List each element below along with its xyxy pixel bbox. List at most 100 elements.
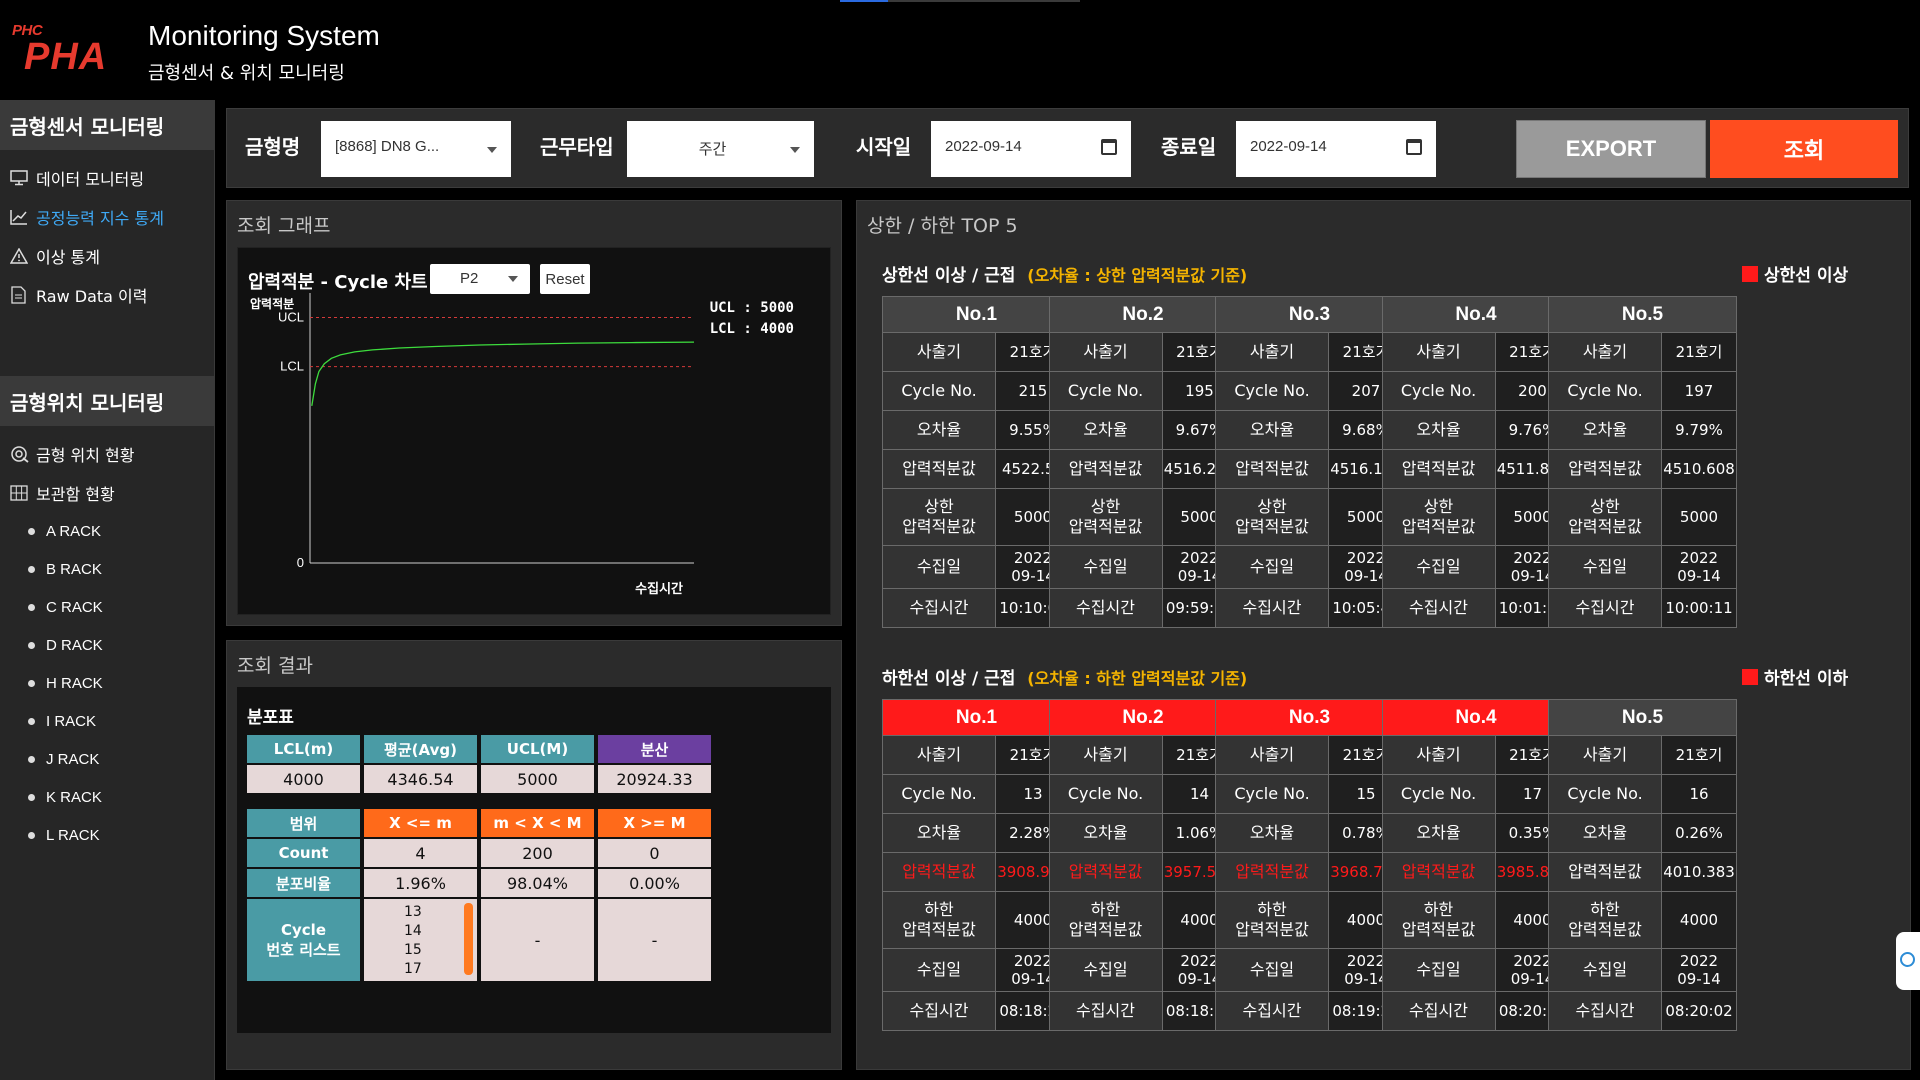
sidebar-item-rack[interactable]: J RACK — [0, 740, 214, 778]
sidebar-item-raw-data[interactable]: Raw Data 이력 — [0, 275, 214, 314]
stats-value-cell: 4000 — [247, 765, 360, 793]
remote-support-tab[interactable] — [1896, 932, 1920, 990]
sidebar-item-data-monitoring[interactable]: 데이터 모니터링 — [0, 158, 214, 197]
start-date-label: 시작일 — [856, 135, 912, 159]
card-value: 2022 09-14 — [1662, 949, 1736, 991]
card-value: 2022 09-14 — [1662, 546, 1736, 588]
card-row-cycle: Cycle No. 14 — [1049, 775, 1237, 814]
card-row-cycle: Cycle No. 197 — [1549, 372, 1736, 411]
top5-card: No.4 사출기 21호기 Cycle No. 200 오차율 9.76% 압력적분값 4511… — [1381, 296, 1571, 628]
card-row-time: 수집시간 08:18:23 — [883, 992, 1070, 1030]
card-rank-header: No.5 — [1549, 700, 1736, 736]
limit-key-line: 압력적분값 — [1401, 517, 1476, 536]
sidebar-item-label: H RACK — [46, 674, 103, 692]
upper-note: (오차율 : 상한 압력적분값 기준) — [1027, 266, 1248, 285]
card-row-err: 오차율 9.76% — [1382, 411, 1570, 450]
shift-label: 근무타입 — [540, 135, 614, 159]
top5-card: No.3 사출기 21호기 Cycle No. 207 오차율 9.68% 압력적분값 4516… — [1215, 296, 1404, 628]
sidebar-item-rack[interactable]: D RACK — [0, 626, 214, 664]
sensor-select[interactable]: P2 — [430, 264, 530, 294]
range-column-header: X <= m — [364, 809, 477, 837]
sidebar-item-anomaly-stats[interactable]: 이상 통계 — [0, 236, 214, 275]
stats-header-cell: UCL(M) — [481, 735, 594, 763]
card-key: 오차율 — [1382, 814, 1496, 852]
sidebar-item-rack[interactable]: K RACK — [0, 778, 214, 816]
card-key: 하한 압력적분값 — [883, 892, 996, 948]
card-row-err: 오차율 9.79% — [1549, 411, 1736, 450]
range-column-header: m < X < M — [481, 809, 594, 837]
card-row-date: 수집일 2022 09-14 — [883, 546, 1070, 589]
card-row-machine: 사출기 21호기 — [883, 736, 1070, 775]
sidebar-item-rack[interactable]: C RACK — [0, 588, 214, 626]
count-value-cell: 0 — [598, 839, 711, 867]
card-row-cycle: Cycle No. 215 — [883, 372, 1070, 411]
sidebar-item-mold-location[interactable]: 금형 위치 현황 — [0, 434, 214, 473]
card-row-machine: 사출기 21호기 — [1549, 736, 1736, 775]
card-key: 수집일 — [1049, 546, 1163, 588]
sidebar-item-rack[interactable]: A RACK — [0, 512, 214, 550]
card-row-limit: 하한 압력적분값 4000 — [1549, 892, 1736, 949]
mold-select[interactable]: [8868] DN8 G... — [321, 121, 511, 177]
end-date-input[interactable]: 2022-09-14 — [1236, 121, 1436, 177]
sidebar-item-process-capability[interactable]: 공정능력 지수 통계 — [0, 197, 214, 236]
card-row-machine: 사출기 21호기 — [883, 333, 1070, 372]
card-row-cycle: Cycle No. 200 — [1382, 372, 1570, 411]
search-button[interactable]: 조회 — [1710, 120, 1898, 178]
card-row-value: 압력적분값 4522.53 — [883, 450, 1070, 489]
card-key: Cycle No. — [883, 775, 996, 813]
sidebar-item-label: A RACK — [46, 522, 102, 540]
card-key: 압력적분값 — [1216, 853, 1329, 891]
grid-icon — [10, 484, 36, 501]
card-row-value: 압력적분값 4516.265 — [1049, 450, 1237, 489]
sidebar-item-rack[interactable]: B RACK — [0, 550, 214, 588]
card-key: 수집일 — [1549, 949, 1662, 991]
calendar-icon[interactable] — [1406, 139, 1422, 155]
ratio-label-cell: 분포비율 — [247, 869, 360, 897]
sidebar-item-rack[interactable]: L RACK — [0, 816, 214, 854]
sidebar-item-rack[interactable]: I RACK — [0, 702, 214, 740]
y-axis-label: 압력적분 — [250, 296, 294, 311]
limit-key-line: 압력적분값 — [1568, 517, 1642, 536]
limit-key-line: 하한 — [1590, 900, 1620, 919]
sidebar-item-storage-status[interactable]: 보관함 현황 — [0, 473, 214, 512]
ratio-value-cell: 1.96% — [364, 869, 477, 897]
card-key: 수집일 — [883, 949, 996, 991]
card-key: Cycle No. — [1216, 775, 1329, 813]
calendar-icon[interactable] — [1101, 139, 1117, 155]
date-monthday: 09-14 — [1677, 567, 1721, 585]
shift-select-value: 주간 — [698, 141, 727, 158]
sidebar-item-label: 금형 위치 현황 — [36, 445, 135, 465]
card-key: 오차율 — [1049, 411, 1163, 449]
date-year: 2022 — [1180, 952, 1219, 970]
cycle-list-label-cell: Cycle 번호 리스트 — [247, 899, 360, 981]
card-key: 수집시간 — [1216, 589, 1329, 627]
card-row-limit: 하한 압력적분값 4000 — [883, 892, 1070, 949]
card-key: 사출기 — [1216, 333, 1329, 371]
top5-card: No.1 사출기 21호기 Cycle No. 215 오차율 9.55% 압력적분값 4522… — [882, 296, 1071, 628]
shift-select[interactable]: 주간 — [627, 121, 814, 177]
legend-swatch — [1742, 265, 1758, 282]
card-value: 21호기 — [1662, 333, 1736, 371]
card-row-time: 수집시간 08:20:35 — [1382, 992, 1570, 1030]
chart-reset-button[interactable]: Reset — [540, 264, 590, 294]
list-scrollbar[interactable] — [464, 903, 473, 975]
sidebar-item-label: 이상 통계 — [36, 247, 100, 267]
chevron-down-icon — [508, 276, 518, 282]
stats-header-cell: 평균(Avg) — [364, 735, 477, 763]
cycle-number-list[interactable]: 13 14 15 17 — [364, 899, 477, 981]
card-row-value: 압력적분값 4010.383 — [1549, 853, 1736, 892]
card-key: 수집시간 — [1049, 992, 1163, 1030]
sidebar-item-rack[interactable]: H RACK — [0, 664, 214, 702]
limit-key-line: 압력적분값 — [1401, 920, 1476, 939]
card-key: 오차율 — [1049, 814, 1163, 852]
date-year: 2022 — [1513, 549, 1552, 567]
card-row-machine: 사출기 21호기 — [1549, 333, 1736, 372]
card-key: 하한 압력적분값 — [1049, 892, 1163, 948]
stats-header-cell: 분산 — [598, 735, 711, 763]
upper-section-title: 상한선 이상 / 근접 (오차율 : 상한 압력적분값 기준) — [882, 261, 1247, 286]
cycle-mid-cell: - — [481, 899, 594, 981]
chart-title: 압력적분 - Cycle 차트 — [248, 272, 428, 293]
export-button[interactable]: EXPORT — [1516, 120, 1706, 178]
start-date-input[interactable]: 2022-09-14 — [931, 121, 1131, 177]
card-key: Cycle No. — [1549, 372, 1662, 410]
